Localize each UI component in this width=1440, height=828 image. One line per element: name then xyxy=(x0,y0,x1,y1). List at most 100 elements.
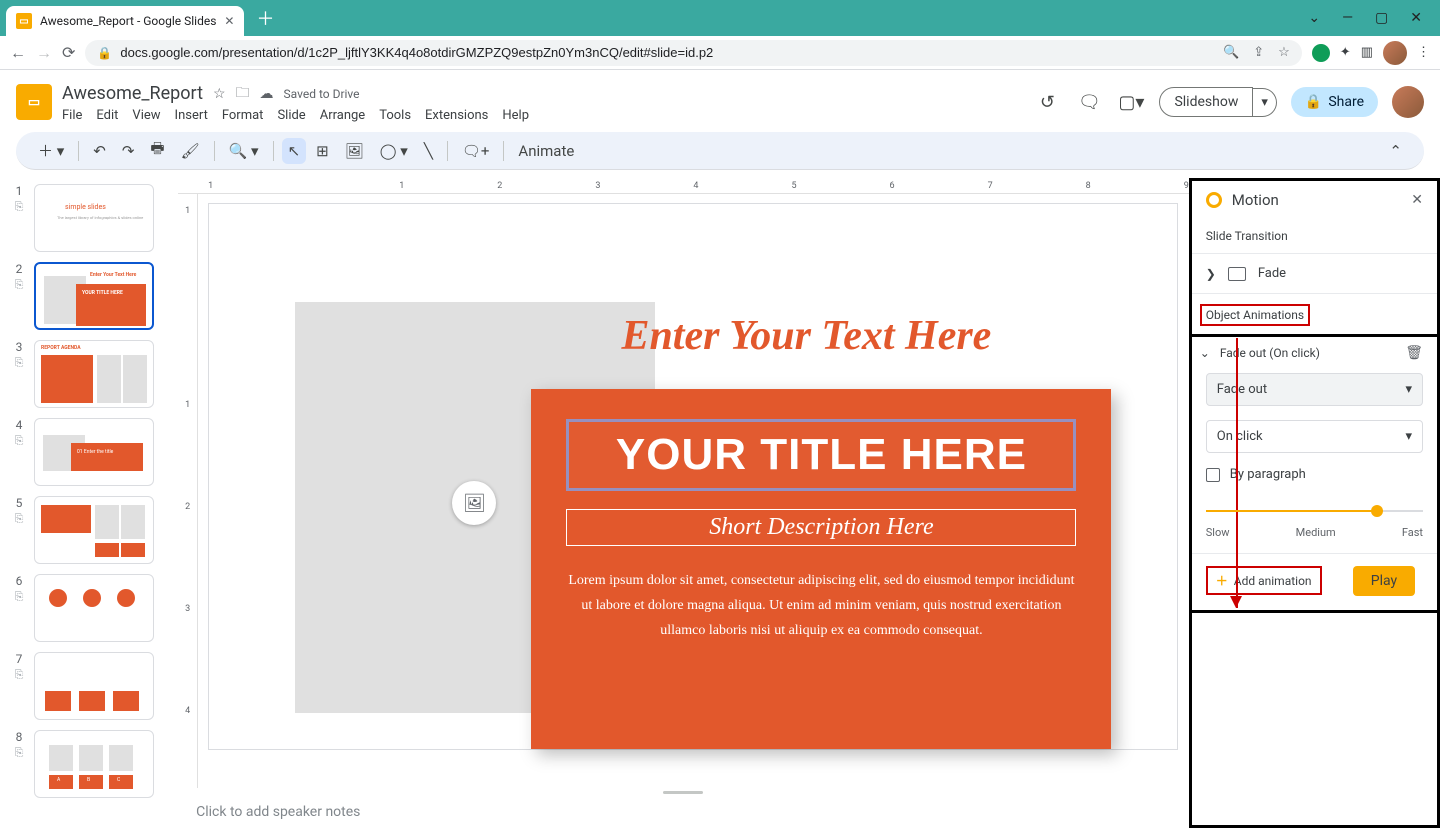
paint-format-button[interactable]: 🖌 xyxy=(175,138,206,164)
maximize-icon[interactable]: ▢ xyxy=(1375,10,1388,26)
animate-button[interactable]: Animate xyxy=(512,138,580,164)
slide-canvas[interactable]: 🖼 Enter Your Text Here YOUR TITLE HERE S… xyxy=(209,204,1177,749)
description-textbox[interactable]: Short Description Here xyxy=(566,509,1076,546)
slide-thumbnail-4[interactable]: 01 Enter the title xyxy=(34,418,154,486)
slides-logo[interactable]: ▭ xyxy=(16,84,52,120)
animation-type-dropdown[interactable]: Fade out ▾ xyxy=(1206,373,1423,406)
tab-close-icon[interactable]: ✕ xyxy=(224,14,234,28)
transition-section-title: Slide Transition xyxy=(1192,219,1437,254)
extension-icon[interactable] xyxy=(1312,44,1330,62)
thumbnail-panel[interactable]: 1⎘ simple slidesThe largest library of i… xyxy=(0,178,178,828)
select-tool[interactable]: ↖ xyxy=(282,138,307,164)
share-url-icon[interactable]: ⇪ xyxy=(1253,45,1264,60)
menu-file[interactable]: File xyxy=(62,108,82,123)
move-icon[interactable]: 🗀 xyxy=(236,82,250,106)
history-icon[interactable]: ↺ xyxy=(1033,92,1061,113)
animation-editor-box: ⌄ Fade out (On click) 🗑 Fade out ▾ On cl… xyxy=(1189,334,1440,613)
slide-thumbnail-6[interactable] xyxy=(34,574,154,642)
menu-tools[interactable]: Tools xyxy=(379,108,411,123)
star-icon[interactable]: ☆ xyxy=(213,86,226,102)
speaker-notes[interactable]: Click to add speaker notes xyxy=(178,796,1189,828)
slideshow-button[interactable]: Slideshow xyxy=(1159,87,1253,117)
comment-tool[interactable]: 🗨+ xyxy=(456,138,496,164)
minimize-icon[interactable]: — xyxy=(1342,10,1353,26)
title-text: YOUR TITLE HERE xyxy=(583,430,1059,480)
meet-icon[interactable]: ▢▾ xyxy=(1117,92,1145,113)
slide-thumbnail-8[interactable]: ABC xyxy=(34,730,154,798)
browser-profile-avatar[interactable] xyxy=(1383,41,1407,65)
speed-slider[interactable] xyxy=(1206,500,1423,524)
tab-title: Awesome_Report - Google Slides xyxy=(40,14,216,28)
menu-extensions[interactable]: Extensions xyxy=(425,108,488,123)
sidepanel-icon[interactable]: ▥ xyxy=(1361,45,1373,60)
reload-icon[interactable]: ⟳ xyxy=(62,43,75,62)
link-icon: ⎘ xyxy=(15,356,24,370)
by-paragraph-checkbox[interactable] xyxy=(1206,468,1220,482)
shape-tool[interactable]: ◯ ▾ xyxy=(374,138,414,164)
saved-status: Saved to Drive xyxy=(284,87,360,101)
link-icon: ⎘ xyxy=(15,590,24,604)
undo-button[interactable]: ↶ xyxy=(87,138,112,164)
account-avatar[interactable] xyxy=(1392,86,1424,118)
ruler-horizontal: 1123456789 xyxy=(178,178,1189,194)
doc-title[interactable]: Awesome_Report xyxy=(62,83,203,104)
transition-row[interactable]: ❯ Fade xyxy=(1192,254,1437,294)
chevron-down-icon[interactable]: ⌄ xyxy=(1200,346,1210,360)
close-panel-icon[interactable]: ✕ xyxy=(1411,192,1423,208)
speaker-notes-handle[interactable] xyxy=(178,788,1189,796)
lock-share-icon: 🔒 xyxy=(1305,94,1322,110)
chevron-down-icon[interactable]: ⌄ xyxy=(1308,10,1320,26)
menu-help[interactable]: Help xyxy=(502,108,529,123)
slide-thumbnail-1[interactable]: simple slidesThe largest library of info… xyxy=(34,184,154,252)
address-input[interactable] xyxy=(120,45,1215,60)
delete-animation-icon[interactable]: 🗑 xyxy=(1405,345,1423,361)
zoom-icon[interactable]: 🔍 xyxy=(1223,45,1239,60)
menu-format[interactable]: Format xyxy=(222,108,264,123)
slide-heading[interactable]: Enter Your Text Here xyxy=(621,312,991,360)
thumb-number: 6 xyxy=(16,574,23,588)
cloud-icon[interactable]: ☁ xyxy=(260,86,274,102)
menu-edit[interactable]: Edit xyxy=(96,108,118,123)
menu-insert[interactable]: Insert xyxy=(175,108,208,123)
play-button[interactable]: Play xyxy=(1353,566,1415,596)
start-condition-dropdown[interactable]: On click ▾ xyxy=(1206,420,1423,453)
browser-menu-icon[interactable]: ⋮ xyxy=(1417,45,1430,60)
new-tab-button[interactable]: ＋ xyxy=(256,5,274,31)
comments-icon[interactable]: 🗨 xyxy=(1075,92,1103,113)
line-tool[interactable]: ╲ xyxy=(418,138,439,164)
zoom-button[interactable]: 🔍 ▾ xyxy=(223,138,265,164)
textbox-tool[interactable]: ⊞ xyxy=(310,138,335,164)
slide-thumbnail-7[interactable] xyxy=(34,652,154,720)
image-tool[interactable]: 🖼 xyxy=(339,138,370,164)
link-icon: ⎘ xyxy=(15,512,24,526)
slide-thumbnail-3[interactable]: REPORT AGENDA xyxy=(34,340,154,408)
nav-back-icon[interactable]: ← xyxy=(10,43,26,63)
extensions-puzzle-icon[interactable]: ✦ xyxy=(1340,45,1351,60)
title-textbox[interactable]: YOUR TITLE HERE xyxy=(566,419,1076,491)
collapse-toolbar-icon[interactable]: ⌃ xyxy=(1383,138,1408,164)
menubar: File Edit View Insert Format Slide Arran… xyxy=(62,108,529,123)
menu-arrange[interactable]: Arrange xyxy=(320,108,365,123)
slideshow-dropdown[interactable]: ▾ xyxy=(1253,88,1277,117)
slide-editor: 1123456789 112345 🖼 Enter Your Text Here… xyxy=(178,178,1189,828)
slide-icon xyxy=(1228,267,1246,281)
menu-slide[interactable]: Slide xyxy=(277,108,305,123)
browser-tab[interactable]: ▭ Awesome_Report - Google Slides ✕ xyxy=(6,6,244,36)
close-window-icon[interactable]: ✕ xyxy=(1410,10,1422,26)
new-slide-button[interactable]: ＋ ▾ xyxy=(32,136,70,165)
menu-view[interactable]: View xyxy=(132,108,160,123)
bookmark-icon[interactable]: ☆ xyxy=(1278,45,1290,60)
share-label: Share xyxy=(1328,94,1364,110)
address-input-wrap[interactable]: 🔒 🔍 ⇪ ☆ xyxy=(85,40,1301,66)
link-icon: ⎘ xyxy=(15,278,24,292)
motion-panel-title: Motion xyxy=(1232,191,1402,209)
slide-thumbnail-5[interactable] xyxy=(34,496,154,564)
share-button[interactable]: 🔒 Share xyxy=(1291,87,1378,117)
slide-thumbnail-2[interactable]: Enter Your Text Here YOUR TITLE HERE xyxy=(34,262,154,330)
nav-forward-icon[interactable]: → xyxy=(36,43,52,63)
print-button[interactable]: 🖶 xyxy=(144,134,170,167)
orange-card[interactable]: YOUR TITLE HERE Short Description Here L… xyxy=(531,389,1111,749)
body-text[interactable]: Lorem ipsum dolor sit amet, consectetur … xyxy=(566,568,1076,644)
add-animation-button[interactable]: ＋ Add animation xyxy=(1206,566,1322,595)
redo-button[interactable]: ↷ xyxy=(116,138,141,164)
